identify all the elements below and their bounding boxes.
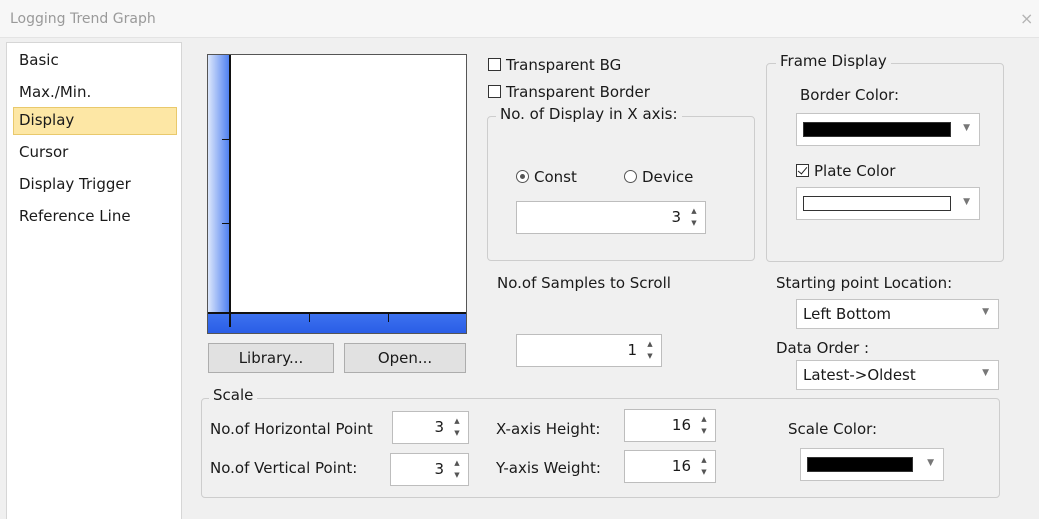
horizontal-point-label: No.of Horizontal Point (210, 420, 373, 438)
frame-display-group-label: Frame Display (776, 52, 891, 70)
scale-color-label: Scale Color: (788, 420, 878, 438)
chevron-down-icon[interactable]: ▼ (982, 307, 989, 317)
radio-dot[interactable] (516, 170, 529, 183)
plate-color-swatch (803, 196, 951, 211)
stepper-arrows[interactable]: ▲ ▼ (686, 205, 702, 230)
transparent-bg-label: Transparent BG (506, 56, 622, 74)
title-bar: Logging Trend Graph × (0, 0, 1039, 38)
const-label: Const (534, 168, 577, 186)
checkbox-box[interactable] (796, 164, 809, 177)
device-radio[interactable]: Device (624, 168, 693, 186)
sidebar-item-max-min[interactable]: Max./Min. (13, 79, 177, 107)
window-title: Logging Trend Graph (10, 11, 156, 27)
x-axis-display-group (487, 116, 755, 261)
chevron-down-icon[interactable]: ▼ (982, 368, 989, 378)
x-axis-display-stepper[interactable]: 3 ▲ ▼ (516, 201, 706, 234)
graph-preview (207, 54, 467, 334)
stepper-value: 16 (671, 416, 691, 434)
arrow-up-icon[interactable]: ▲ (645, 339, 655, 349)
open-button[interactable]: Open... (344, 343, 466, 373)
chevron-down-icon[interactable]: ▼ (963, 197, 970, 207)
preview-x-tick (309, 314, 310, 322)
x-axis-height-label: X-axis Height: (496, 420, 601, 438)
preview-y-axis (229, 55, 231, 327)
sidebar-item-reference-line[interactable]: Reference Line (13, 203, 177, 231)
samples-to-scroll-stepper[interactable]: 1 ▲ ▼ (516, 334, 662, 367)
stepper-arrows[interactable]: ▲ ▼ (696, 454, 712, 479)
border-color-label: Border Color: (800, 86, 900, 104)
stepper-arrows[interactable]: ▲ ▼ (449, 415, 465, 440)
stepper-arrows[interactable]: ▲ ▼ (696, 413, 712, 438)
border-color-picker[interactable]: ▼ (796, 113, 980, 146)
preview-x-tick (388, 314, 389, 322)
scale-color-swatch (807, 457, 913, 472)
radio-dot[interactable] (624, 170, 637, 183)
checkbox-box[interactable] (488, 58, 501, 71)
preview-bottom-bar (208, 312, 466, 333)
preview-x-axis (208, 312, 466, 314)
sidebar-item-basic[interactable]: Basic (13, 47, 177, 75)
arrow-up-icon[interactable]: ▲ (689, 206, 699, 216)
sidebar-item-cursor[interactable]: Cursor (13, 139, 177, 167)
checkbox-box[interactable] (488, 85, 501, 98)
plate-color-picker[interactable]: ▼ (796, 187, 980, 220)
data-order-label: Data Order : (776, 339, 870, 357)
arrow-down-icon[interactable]: ▼ (452, 428, 462, 438)
chevron-down-icon[interactable]: ▼ (963, 123, 970, 133)
vertical-point-stepper[interactable]: 3 ▲ ▼ (390, 453, 469, 486)
starting-point-select[interactable]: Left Bottom ▼ (796, 299, 999, 329)
transparent-border-checkbox[interactable]: Transparent Border (488, 83, 650, 101)
stepper-value: 3 (671, 208, 681, 226)
library-button[interactable]: Library... (208, 343, 334, 373)
y-axis-weight-label: Y-axis Weight: (496, 459, 601, 477)
data-order-value: Latest->Oldest (803, 366, 916, 384)
stepper-arrows[interactable]: ▲ ▼ (449, 457, 465, 482)
arrow-down-icon[interactable]: ▼ (645, 351, 655, 361)
plate-color-checkbox[interactable]: Plate Color (796, 162, 895, 180)
vertical-point-label: No.of Vertical Point: (210, 459, 358, 477)
preview-y-tick (222, 223, 230, 224)
sidebar: Basic Max./Min. Display Cursor Display T… (6, 42, 182, 519)
close-icon[interactable]: × (1020, 9, 1033, 28)
preview-left-gradient (208, 55, 230, 333)
x-axis-height-stepper[interactable]: 16 ▲ ▼ (624, 409, 716, 442)
arrow-down-icon[interactable]: ▼ (689, 218, 699, 228)
arrow-down-icon[interactable]: ▼ (699, 467, 709, 477)
arrow-up-icon[interactable]: ▲ (699, 414, 709, 424)
scale-group-label: Scale (209, 386, 258, 404)
data-order-select[interactable]: Latest->Oldest ▼ (796, 360, 999, 390)
preview-y-tick (222, 139, 230, 140)
arrow-down-icon[interactable]: ▼ (699, 426, 709, 436)
starting-point-label: Starting point Location: (776, 274, 953, 292)
const-radio[interactable]: Const (516, 168, 577, 186)
transparent-border-label: Transparent Border (506, 83, 650, 101)
sidebar-item-display[interactable]: Display (13, 107, 177, 135)
samples-to-scroll-label: No.of Samples to Scroll (497, 274, 671, 292)
stepper-arrows[interactable]: ▲ ▼ (642, 338, 658, 363)
arrow-down-icon[interactable]: ▼ (452, 470, 462, 480)
chevron-down-icon[interactable]: ▼ (927, 458, 934, 468)
starting-point-value: Left Bottom (803, 305, 892, 323)
horizontal-point-stepper[interactable]: 3 ▲ ▼ (392, 411, 469, 444)
stepper-value: 3 (434, 460, 444, 478)
arrow-up-icon[interactable]: ▲ (452, 416, 462, 426)
device-label: Device (642, 168, 694, 186)
stepper-value: 16 (671, 457, 691, 475)
sidebar-item-display-trigger[interactable]: Display Trigger (13, 171, 177, 199)
stepper-value: 1 (627, 341, 637, 359)
transparent-bg-checkbox[interactable]: Transparent BG (488, 56, 621, 74)
plate-color-label: Plate Color (814, 162, 896, 180)
border-color-swatch (803, 122, 951, 137)
y-axis-weight-stepper[interactable]: 16 ▲ ▼ (624, 450, 716, 483)
arrow-up-icon[interactable]: ▲ (452, 458, 462, 468)
scale-color-picker[interactable]: ▼ (800, 448, 944, 481)
x-axis-display-group-label: No. of Display in X axis: (496, 105, 682, 123)
arrow-up-icon[interactable]: ▲ (699, 455, 709, 465)
stepper-value: 3 (434, 418, 444, 436)
